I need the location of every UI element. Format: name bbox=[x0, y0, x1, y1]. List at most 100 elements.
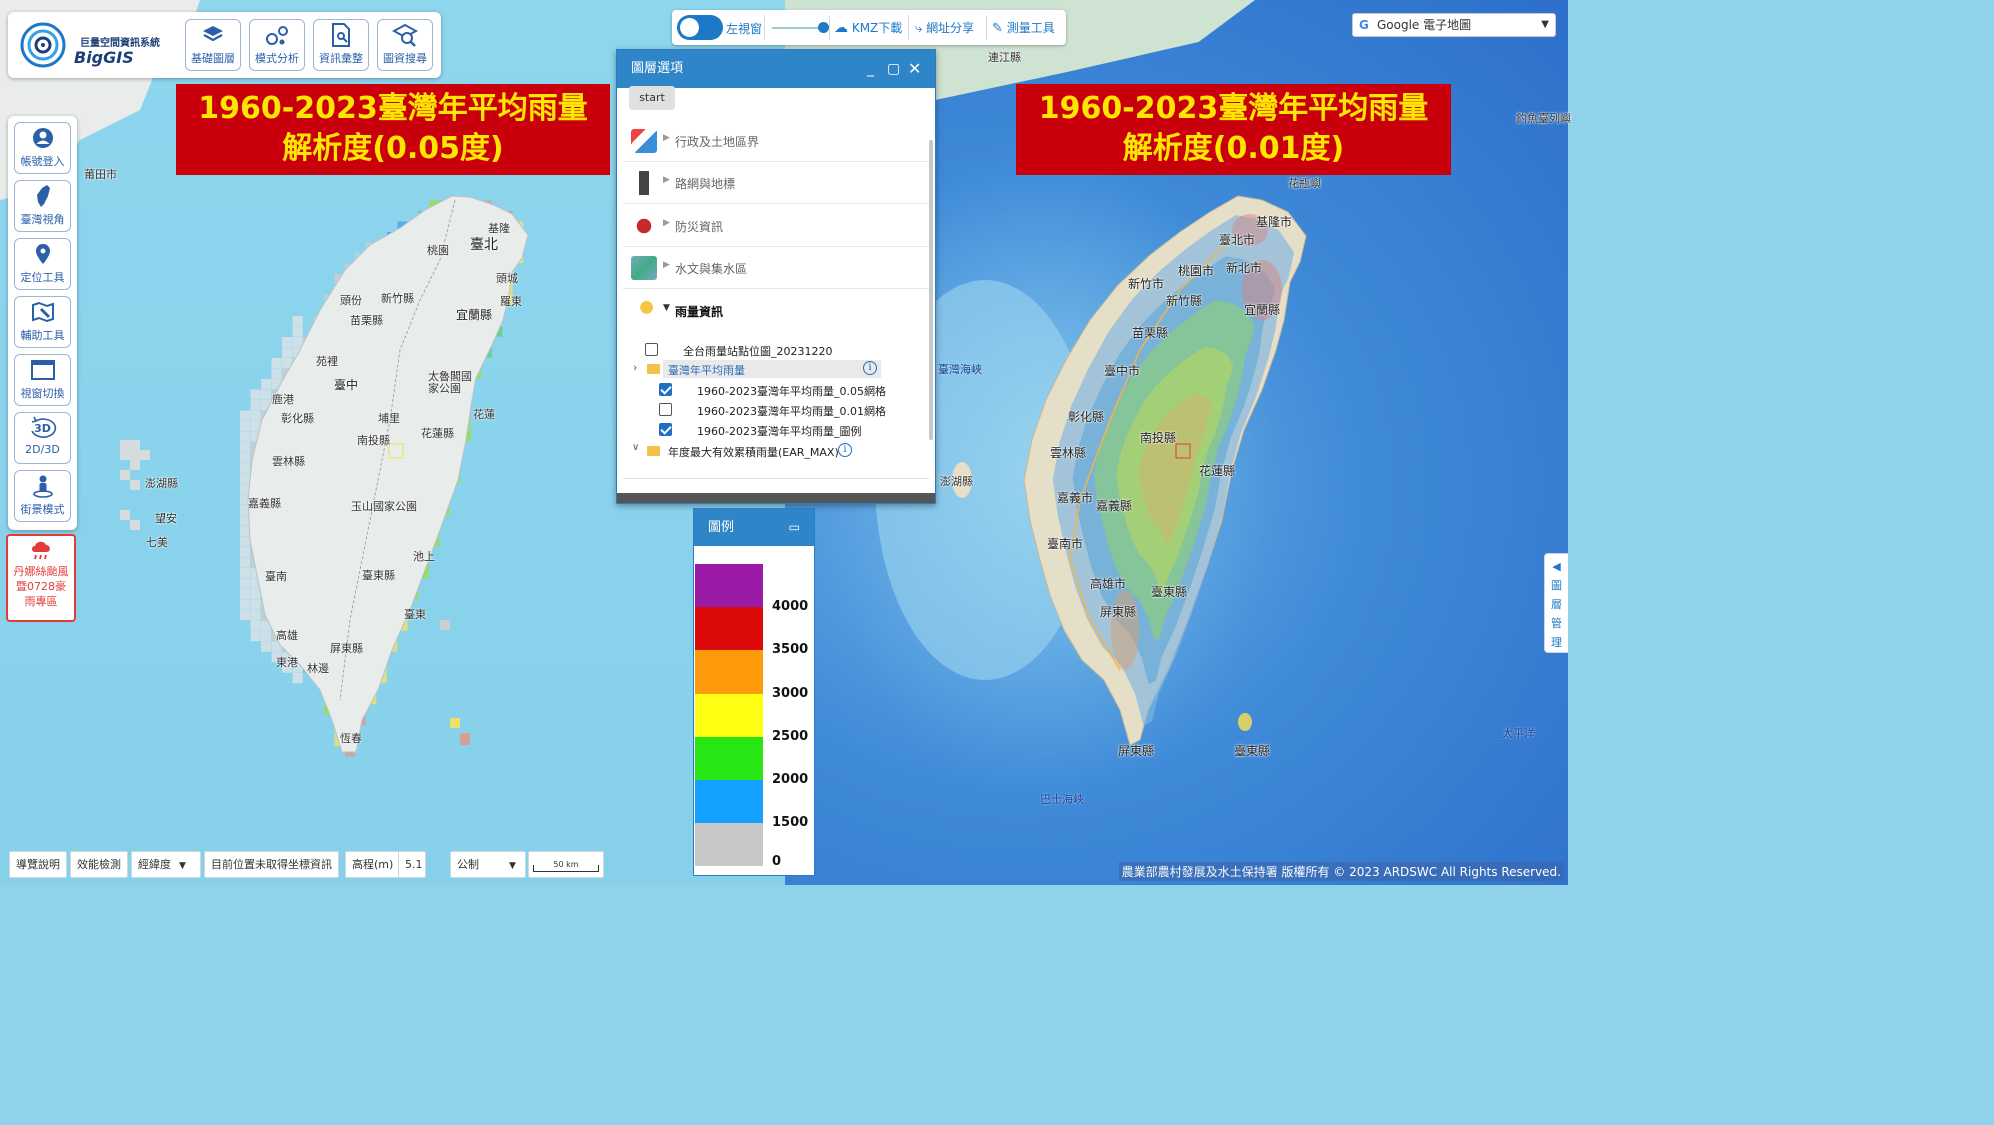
grid-cell bbox=[240, 463, 251, 474]
maximize-icon[interactable]: ▢ bbox=[887, 50, 900, 88]
rain-icon bbox=[631, 299, 657, 323]
chevron-down-icon[interactable]: ∨ bbox=[632, 442, 639, 453]
place-label: 望安 bbox=[155, 512, 177, 525]
info-summary-button[interactable]: 資訊彙整 bbox=[313, 19, 369, 71]
category-label: 雨量資訊 bbox=[675, 305, 724, 319]
url-share-button[interactable]: ⤷ 網址分享 bbox=[915, 19, 974, 36]
streetview-button[interactable]: 街景模式 bbox=[14, 470, 71, 522]
guide-button[interactable]: 導覽說明 bbox=[9, 851, 67, 878]
model-analysis-button[interactable]: 模式分析 bbox=[249, 19, 305, 71]
close-icon[interactable]: ✕ bbox=[908, 50, 921, 88]
layer-legend-checkbox[interactable] bbox=[659, 423, 672, 436]
place-label: 屏東縣 bbox=[1100, 605, 1137, 619]
layer-001-checkbox[interactable] bbox=[659, 403, 672, 416]
org-link[interactable]: 農業部農村發展及水土保持署 bbox=[1122, 865, 1278, 879]
opacity-slider[interactable] bbox=[772, 22, 829, 33]
lanyu-island bbox=[1238, 713, 1252, 731]
unit-select[interactable]: 公制 ▼ bbox=[450, 851, 526, 878]
basemap-selected: Google 電子地圖 bbox=[1377, 18, 1472, 32]
cloud-download-icon: ☁ bbox=[834, 20, 848, 36]
typhoon-zone-button[interactable]: 丹娜絲颱風暨0728豪雨專區 bbox=[6, 534, 76, 622]
place-label: 澎湖縣 bbox=[940, 475, 973, 488]
taiwan-view-button[interactable]: 臺灣視角 bbox=[14, 180, 71, 232]
category-admin-boundary[interactable]: ▶ 行政及土地區界 bbox=[623, 120, 929, 162]
place-label: 東港 bbox=[276, 656, 298, 669]
legend-title: 圖例 bbox=[708, 520, 735, 535]
road-icon bbox=[631, 171, 657, 195]
layer-001-label: 1960-2023臺灣年平均雨量_0.01網格 bbox=[697, 405, 886, 418]
info-icon[interactable]: i bbox=[863, 361, 877, 375]
3d-badge: 3D bbox=[34, 421, 51, 435]
coord-type-select[interactable]: 經緯度 ▼ bbox=[131, 851, 201, 878]
measure-tool-button[interactable]: ✎ 測量工具 bbox=[992, 19, 1055, 36]
left-window-toggle[interactable] bbox=[677, 15, 723, 40]
tool-label: 定位工具 bbox=[20, 271, 65, 284]
login-button[interactable]: 帳號登入 bbox=[14, 122, 71, 174]
grid-cell bbox=[240, 610, 251, 621]
grid-cell bbox=[250, 631, 261, 642]
collapse-arrow-icon: ▼ bbox=[663, 303, 670, 313]
place-label: 彰化縣 bbox=[281, 412, 314, 425]
brand-name: BigGIS bbox=[74, 48, 134, 67]
place-label: 臺東 bbox=[404, 608, 426, 621]
divider bbox=[764, 15, 765, 40]
layer-manage-tab[interactable]: ◀ 圖層管理 bbox=[1544, 553, 1568, 653]
place-label: 七美 bbox=[146, 536, 168, 549]
window-switch-button[interactable]: 視窗切換 bbox=[14, 354, 71, 406]
kmz-download-button[interactable]: ☁ KMZ下載 bbox=[834, 19, 902, 36]
place-label: 高雄市 bbox=[1090, 577, 1127, 591]
minimize-icon[interactable]: _ bbox=[867, 50, 874, 88]
grid-cell bbox=[120, 510, 130, 520]
place-label: 臺中市 bbox=[1104, 364, 1141, 378]
basemap-select[interactable]: G Google 電子地圖 ▼ bbox=[1352, 13, 1556, 37]
panel-scrollbar[interactable] bbox=[929, 140, 933, 440]
layer-options-panel: 圖層選項 _ ▢ ✕ start ▶ 行政及土地區界 ▶ 路網與地標 ▶ 防災資… bbox=[616, 49, 936, 504]
share-icon: ⤷ bbox=[915, 21, 923, 36]
grid-cell bbox=[240, 442, 251, 453]
station-layer-checkbox[interactable] bbox=[645, 343, 658, 356]
place-label: 南投縣 bbox=[1140, 431, 1177, 445]
category-disaster-info[interactable]: ▶ 防災資訊 bbox=[623, 205, 929, 247]
aux-tool-button[interactable]: 輔助工具 bbox=[14, 296, 71, 348]
location-pin-icon bbox=[15, 239, 70, 269]
performance-button[interactable]: 效能檢測 bbox=[70, 851, 128, 878]
expand-arrow-icon: ▶ bbox=[663, 133, 670, 143]
document-info-icon bbox=[314, 20, 368, 50]
legend-swatch bbox=[695, 736, 763, 780]
annual-folder-label: 臺灣年平均雨量 bbox=[668, 364, 745, 377]
2d-3d-toggle-button[interactable]: 3D 2D/3D bbox=[14, 412, 71, 464]
legend-label: 2500 bbox=[772, 728, 809, 744]
folder-icon bbox=[647, 446, 660, 456]
grid-cell bbox=[140, 450, 150, 460]
rainfall-hotspot bbox=[1111, 590, 1139, 670]
category-hydrology[interactable]: ▶ 水文與集水區 bbox=[623, 247, 929, 289]
info-icon[interactable]: i bbox=[838, 443, 852, 457]
panel-bottom-bar bbox=[617, 493, 935, 503]
chevron-right-icon[interactable]: › bbox=[633, 361, 637, 374]
basic-layers-button[interactable]: 基礎圖層 bbox=[185, 19, 241, 71]
place-label: 花蓮縣 bbox=[421, 427, 454, 440]
layer-005-checkbox[interactable] bbox=[659, 383, 672, 396]
place-label: 臺中 bbox=[334, 378, 359, 392]
map-search-button[interactable]: 圖資搜尋 bbox=[377, 19, 433, 71]
grid-cell bbox=[440, 620, 450, 630]
brand-title: 巨量空間資訊系統 bbox=[80, 38, 160, 49]
grid-cell bbox=[130, 460, 140, 470]
toggle-knob bbox=[680, 18, 699, 37]
start-button[interactable]: start bbox=[629, 86, 675, 110]
grid-cell bbox=[250, 400, 261, 411]
panel-header: 圖層選項 _ ▢ ✕ bbox=[617, 50, 935, 88]
legend-label: 2000 bbox=[772, 772, 809, 787]
locate-tool-button[interactable]: 定位工具 bbox=[14, 238, 71, 290]
biggis-logo[interactable]: 巨量空間資訊系統 BigGIS bbox=[18, 18, 183, 74]
virus-icon bbox=[631, 214, 657, 238]
minimize-icon[interactable]: ▭ bbox=[789, 509, 800, 546]
map-title-left: 1960-2023臺灣年平均雨量 解析度(0.05度) bbox=[176, 84, 610, 175]
layer-manage-label: 圖層管理 bbox=[1551, 579, 1562, 649]
category-road-network[interactable]: ▶ 路網與地標 bbox=[623, 162, 929, 204]
place-label: 苗栗縣 bbox=[1132, 326, 1169, 340]
place-label: 臺東縣 bbox=[1151, 585, 1188, 599]
place-label: 埔里 bbox=[378, 412, 400, 425]
slider-handle[interactable] bbox=[818, 22, 829, 33]
category-rainfall[interactable]: ▼ 雨量資訊 bbox=[623, 290, 929, 332]
